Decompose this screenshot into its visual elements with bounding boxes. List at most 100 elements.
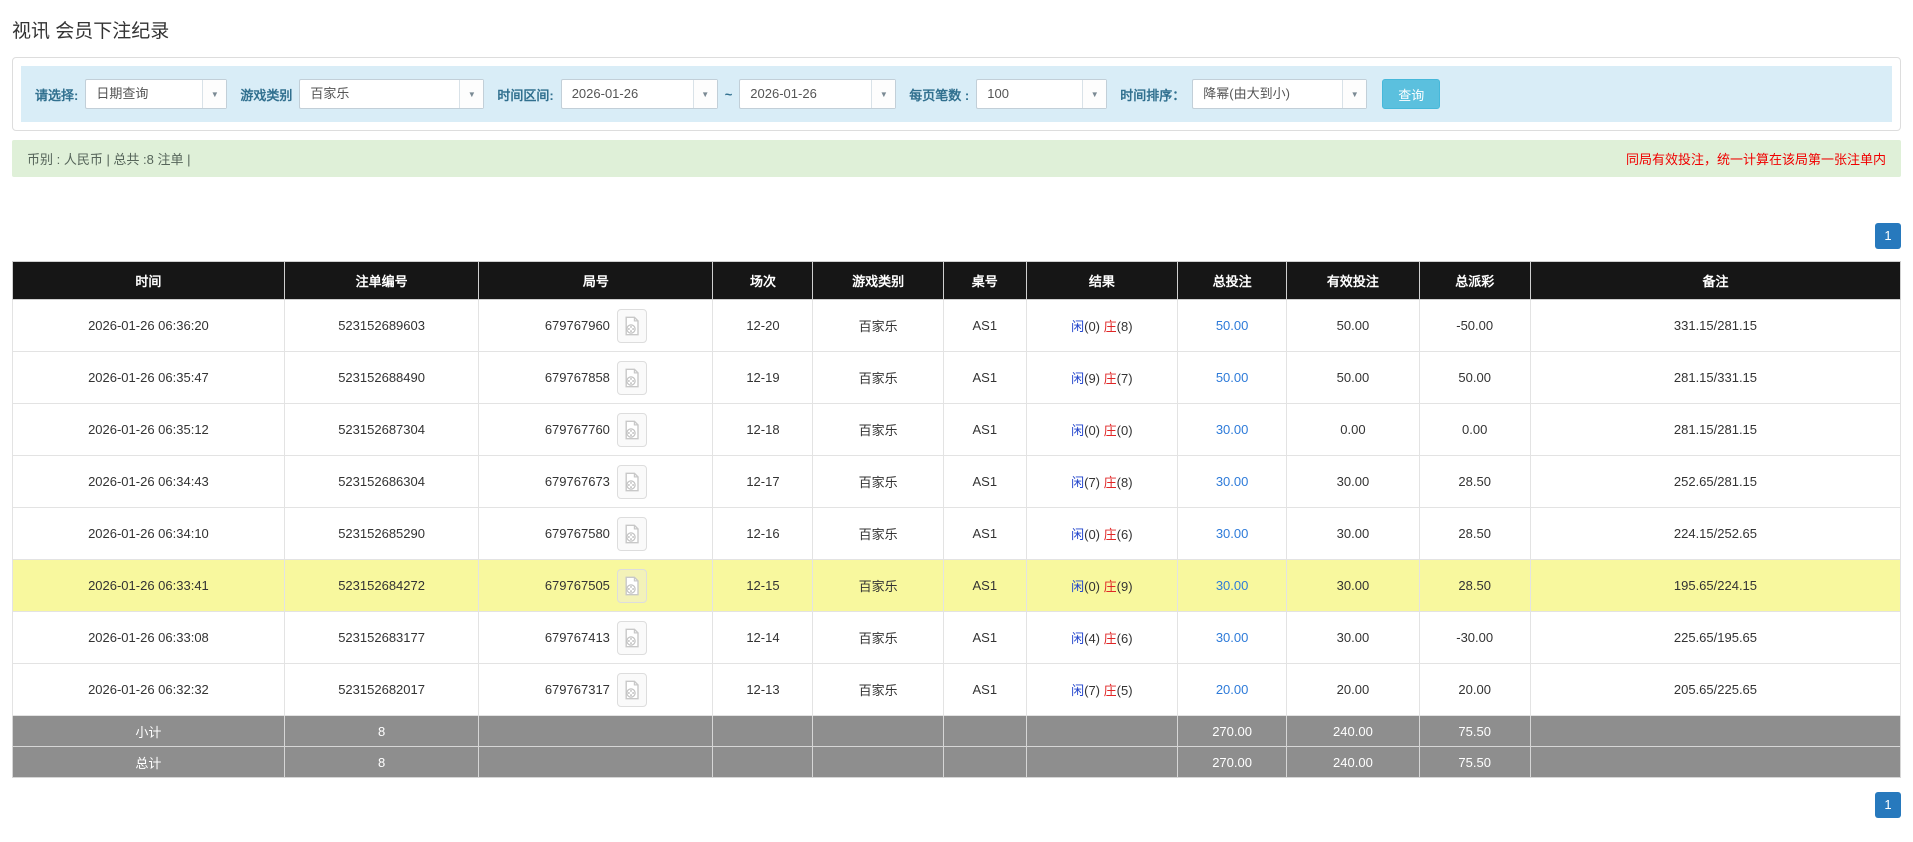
column-header-0: 时间 xyxy=(12,261,285,300)
cell-game-category: 百家乐 xyxy=(812,455,944,508)
cell-total-bet: 50.00 xyxy=(1176,299,1288,352)
date-from-value: 2026-01-26 xyxy=(571,86,639,101)
player-score: (7) xyxy=(1084,683,1101,698)
search-button[interactable]: 查询 xyxy=(1382,79,1441,109)
video-replay-button[interactable] xyxy=(616,308,647,343)
banker-score: (0) xyxy=(1116,423,1133,438)
date-range-separator: ~ xyxy=(724,86,733,102)
banker-result: 庄 xyxy=(1103,579,1117,594)
video-replay-button[interactable] xyxy=(616,516,647,551)
page-size-select[interactable]: 100 ▼ xyxy=(976,79,1108,109)
cell-total-bet: 50.00 xyxy=(1176,351,1288,404)
subtotal-row: 小计 8 270.00 240.00 75.50 xyxy=(12,715,1902,747)
cell-session: 12-16 xyxy=(712,507,814,560)
total-bet-link[interactable]: 30.00 xyxy=(1216,630,1249,645)
column-header-1: 注单编号 xyxy=(283,261,480,300)
banker-score: (6) xyxy=(1116,527,1133,542)
cell-remark: 224.15/252.65 xyxy=(1529,507,1902,560)
player-result: 闲 xyxy=(1071,579,1085,594)
cell-payout: 28.50 xyxy=(1418,507,1531,560)
cell-result: 闲(0) 庄(6) xyxy=(1025,507,1178,560)
cell-payout: 28.50 xyxy=(1418,559,1531,612)
cell-remark: 205.65/225.65 xyxy=(1529,663,1902,716)
date-from-select[interactable]: 2026-01-26 ▼ xyxy=(560,79,718,109)
query-type-label: 请选择: xyxy=(35,87,79,103)
video-replay-button[interactable] xyxy=(616,568,647,603)
valid-bet-note: 同局有效投注，统一计算在该局第一张注单内 xyxy=(1625,152,1886,167)
banker-score: (6) xyxy=(1116,631,1133,646)
page-1-button[interactable]: 1 xyxy=(1875,223,1901,249)
game-category-select[interactable]: 百家乐 ▼ xyxy=(299,79,485,109)
time-sort-select[interactable]: 降幂(由大到小) ▼ xyxy=(1192,79,1368,109)
banker-result: 庄 xyxy=(1103,423,1117,438)
footer-empty-cell xyxy=(712,715,814,747)
film-icon xyxy=(625,368,639,387)
date-to-select[interactable]: 2026-01-26 ▼ xyxy=(739,79,897,109)
total-bet-link[interactable]: 30.00 xyxy=(1216,526,1249,541)
cell-round-no: 679767673 xyxy=(478,455,714,508)
cell-payout: 28.50 xyxy=(1418,455,1531,508)
cell-payout: -50.00 xyxy=(1418,299,1531,352)
cell-total-bet: 20.00 xyxy=(1176,663,1288,716)
page-1-button[interactable]: 1 xyxy=(1875,792,1901,818)
cell-round-no: 679767858 xyxy=(478,351,714,404)
filter-bar: 请选择: 日期查询 ▼ 游戏类别 百家乐 ▼ 时间区间: 2026-01-26 … xyxy=(21,66,1892,122)
column-header-8: 有效投注 xyxy=(1286,261,1420,300)
cell-valid-bet: 50.00 xyxy=(1286,299,1420,352)
column-header-7: 总投注 xyxy=(1176,261,1288,300)
cell-valid-bet: 30.00 xyxy=(1286,507,1420,560)
game-category-label: 游戏类别 xyxy=(240,87,293,103)
column-header-2: 局号 xyxy=(478,261,714,300)
cell-game-category: 百家乐 xyxy=(812,507,944,560)
round-no-text: 679767760 xyxy=(544,422,610,437)
banker-result: 庄 xyxy=(1103,475,1117,490)
cell-remark: 252.65/281.15 xyxy=(1529,455,1902,508)
currency-summary-text: 币别 : 人民币 | 总共 :8 注单 | xyxy=(27,152,191,167)
player-result: 闲 xyxy=(1071,371,1085,386)
table-row: 2026-01-26 06:36:20 523152689603 679767960… xyxy=(12,299,1902,352)
total-bet-link[interactable]: 30.00 xyxy=(1216,422,1249,437)
film-icon xyxy=(625,316,639,335)
video-replay-button[interactable] xyxy=(616,360,647,395)
cell-table-no: AS1 xyxy=(942,455,1027,508)
total-bet-link[interactable]: 50.00 xyxy=(1216,370,1249,385)
round-no-text: 679767505 xyxy=(544,578,610,593)
cell-session: 12-15 xyxy=(712,559,814,612)
cell-valid-bet: 30.00 xyxy=(1286,455,1420,508)
column-header-6: 结果 xyxy=(1025,261,1178,300)
cell-result: 闲(7) 庄(8) xyxy=(1025,455,1178,508)
film-icon xyxy=(625,680,639,699)
total-bet-link[interactable]: 30.00 xyxy=(1216,474,1249,489)
cell-remark: 281.15/281.15 xyxy=(1529,403,1902,456)
total-bet-link[interactable]: 20.00 xyxy=(1216,682,1249,697)
total-bet-link[interactable]: 50.00 xyxy=(1216,318,1249,333)
player-score: (0) xyxy=(1084,319,1101,334)
table-row: 2026-01-26 06:35:47 523152688490 679767858… xyxy=(12,351,1902,404)
video-replay-button[interactable] xyxy=(616,620,647,655)
video-replay-button[interactable] xyxy=(616,672,647,707)
footer-empty-cell xyxy=(942,746,1027,778)
cell-time: 2026-01-26 06:33:08 xyxy=(12,611,285,664)
table-row: 2026-01-26 06:34:43 523152686304 679767673… xyxy=(12,455,1902,508)
footer-count: 8 xyxy=(283,715,480,747)
video-replay-button[interactable] xyxy=(616,412,647,447)
cell-session: 12-18 xyxy=(712,403,814,456)
total-bet-link[interactable]: 30.00 xyxy=(1216,578,1249,593)
chevron-down-icon: ▼ xyxy=(1082,80,1107,108)
footer-empty-cell xyxy=(1025,715,1178,747)
video-replay-button[interactable] xyxy=(616,464,647,499)
player-result: 闲 xyxy=(1071,475,1085,490)
film-icon xyxy=(625,628,639,647)
cell-game-category: 百家乐 xyxy=(812,611,944,664)
cell-session: 12-13 xyxy=(712,663,814,716)
round-no-text: 679767960 xyxy=(544,318,610,333)
table-row: 2026-01-26 06:33:08 523152683177 679767413… xyxy=(12,611,1902,664)
cell-bet-no: 523152688490 xyxy=(283,351,480,404)
player-score: (0) xyxy=(1084,579,1101,594)
cell-time: 2026-01-26 06:35:47 xyxy=(12,351,285,404)
pagination-top: 1 xyxy=(12,223,1901,249)
footer-empty-cell xyxy=(1529,715,1902,747)
query-type-select[interactable]: 日期查询 ▼ xyxy=(85,79,228,109)
cell-round-no: 679767960 xyxy=(478,299,714,352)
player-score: (0) xyxy=(1084,527,1101,542)
